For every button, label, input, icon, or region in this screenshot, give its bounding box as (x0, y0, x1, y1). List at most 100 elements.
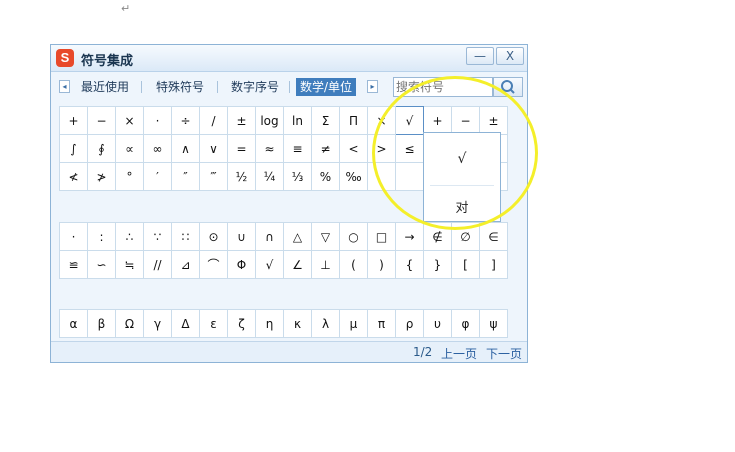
tab-divider (217, 81, 218, 93)
symbol-cell[interactable]: { (395, 250, 424, 279)
tab-next-arrow-icon[interactable]: ▸ (367, 80, 378, 93)
symbol-cell[interactable]: ∵ (143, 222, 172, 251)
symbol-cell[interactable]: β (87, 309, 116, 338)
tab-special[interactable]: 特殊符号 (152, 78, 208, 96)
prev-page-link[interactable]: 上一页 (441, 345, 477, 362)
symbol-cell[interactable]: ′ (143, 162, 172, 191)
symbol-row: αβΩγΔεζηκλμπρυφψ (59, 309, 508, 338)
symbol-cell[interactable]: ½ (227, 162, 256, 191)
symbol-cell[interactable]: ∪ (227, 222, 256, 251)
symbol-cell[interactable]: ∷ (171, 222, 200, 251)
symbol-cell[interactable]: □ (367, 222, 396, 251)
symbol-cell[interactable]: ∩ (255, 222, 284, 251)
symbol-cell[interactable]: ± (227, 106, 256, 135)
symbol-cell[interactable]: · (59, 222, 88, 251)
symbol-cell[interactable]: : (87, 222, 116, 251)
symbol-cell[interactable]: ≡ (283, 134, 312, 163)
symbol-cell[interactable]: υ (423, 309, 452, 338)
symbol-cell[interactable]: ∧ (171, 134, 200, 163)
symbol-cell[interactable]: α (59, 309, 88, 338)
page-indicator: 1/2 (413, 345, 433, 359)
symbol-cell[interactable]: ‴ (199, 162, 228, 191)
sogou-logo-icon: S (56, 49, 74, 67)
symbol-cell[interactable]: ( (339, 250, 368, 279)
close-button[interactable]: X (496, 47, 524, 65)
symbol-cell[interactable]: ≌ (59, 250, 88, 279)
symbol-cell[interactable]: ) (367, 250, 396, 279)
symbol-cell[interactable]: ○ (339, 222, 368, 251)
tab-math-units[interactable]: 数学/单位 (296, 78, 357, 96)
symbol-cell[interactable]: λ (311, 309, 340, 338)
symbol-cell[interactable]: ‰ (339, 162, 368, 191)
next-page-link[interactable]: 下一页 (486, 345, 522, 362)
symbol-cell[interactable]: ∠ (283, 250, 312, 279)
symbol-cell[interactable]: ∈ (479, 222, 508, 251)
symbol-cell[interactable]: ″ (171, 162, 200, 191)
symbol-cell[interactable]: − (87, 106, 116, 135)
symbol-cell[interactable]: ∨ (199, 134, 228, 163)
tab-numbers[interactable]: 数字序号 (227, 78, 283, 96)
symbol-cell[interactable]: ° (115, 162, 144, 191)
symbol-cell[interactable]: ≮ (59, 162, 88, 191)
symbol-cell[interactable]: log (255, 106, 284, 135)
symbol-cell[interactable]: ⊥ (311, 250, 340, 279)
symbol-cell[interactable]: ζ (227, 309, 256, 338)
tab-divider (289, 81, 290, 93)
symbol-cell[interactable]: + (59, 106, 88, 135)
symbol-cell[interactable]: μ (339, 309, 368, 338)
tab-divider (141, 81, 142, 93)
symbol-cell[interactable]: ln (283, 106, 312, 135)
paragraph-mark: ↵ (121, 2, 131, 15)
symbol-cell[interactable]: ⌒ (199, 250, 228, 279)
symbol-cell[interactable]: κ (283, 309, 312, 338)
symbol-cell[interactable]: · (143, 106, 172, 135)
symbol-cell[interactable]: γ (143, 309, 172, 338)
symbol-cell[interactable]: × (115, 106, 144, 135)
symbol-cell[interactable]: } (423, 250, 452, 279)
symbol-cell[interactable]: η (255, 309, 284, 338)
symbol-cell[interactable]: ∽ (87, 250, 116, 279)
pagination-bar: 1/2 上一页 下一页 (51, 341, 527, 362)
symbol-cell[interactable]: ρ (395, 309, 424, 338)
symbol-cell[interactable]: < (339, 134, 368, 163)
tab-recent[interactable]: 最近使用 (77, 78, 133, 96)
symbol-cell[interactable]: ε (199, 309, 228, 338)
symbol-cell[interactable]: Σ (311, 106, 340, 135)
symbol-cell[interactable]: ∴ (115, 222, 144, 251)
symbol-cell[interactable]: π (367, 309, 396, 338)
symbol-cell[interactable]: ÷ (171, 106, 200, 135)
symbol-cell[interactable]: ] (479, 250, 508, 279)
symbol-cell[interactable]: Π (339, 106, 368, 135)
symbol-cell[interactable]: Ω (115, 309, 144, 338)
symbol-cell[interactable]: ∝ (115, 134, 144, 163)
symbol-cell[interactable]: Φ (227, 250, 256, 279)
symbol-cell[interactable]: ψ (479, 309, 508, 338)
title-bar: S 符号集成 — X (51, 45, 527, 72)
minimize-button[interactable]: — (466, 47, 494, 65)
symbol-row: ≌ ∽ ≒//⊿ ⌒ Φ √ ∠ ⊥(){}[] (59, 250, 508, 279)
symbol-cell[interactable]: ▽ (311, 222, 340, 251)
symbol-cell[interactable]: ⅓ (283, 162, 312, 191)
symbol-cell[interactable]: Δ (171, 309, 200, 338)
symbol-cell[interactable]: % (311, 162, 340, 191)
symbol-cell[interactable]: ≠ (311, 134, 340, 163)
symbol-cell[interactable]: ≈ (255, 134, 284, 163)
symbol-cell[interactable]: ¼ (255, 162, 284, 191)
symbol-cell[interactable]: ≒ (115, 250, 144, 279)
symbol-grid-relations: ·: ∴ ∵ ∷ ⊙ ∪ ∩ △ ▽ ○ □ → ∉ ∅ ∈ ≌ ∽ ≒//⊿ ⌒ Φ √ ∠ ⊥(){}[] (59, 222, 508, 279)
symbol-cell[interactable]: √ (255, 250, 284, 279)
symbol-cell[interactable]: = (227, 134, 256, 163)
symbol-cell[interactable]: ≯ (87, 162, 116, 191)
symbol-cell[interactable]: // (143, 250, 172, 279)
symbol-cell[interactable]: ∮ (87, 134, 116, 163)
symbol-cell[interactable]: / (199, 106, 228, 135)
symbol-cell[interactable]: △ (283, 222, 312, 251)
symbol-cell[interactable]: → (395, 222, 424, 251)
symbol-cell[interactable]: ∞ (143, 134, 172, 163)
symbol-cell[interactable]: φ (451, 309, 480, 338)
symbol-cell[interactable]: ⊿ (171, 250, 200, 279)
symbol-cell[interactable]: ∫ (59, 134, 88, 163)
symbol-cell[interactable]: [ (451, 250, 480, 279)
tab-prev-arrow-icon[interactable]: ◂ (59, 80, 70, 93)
symbol-cell[interactable]: ⊙ (199, 222, 228, 251)
